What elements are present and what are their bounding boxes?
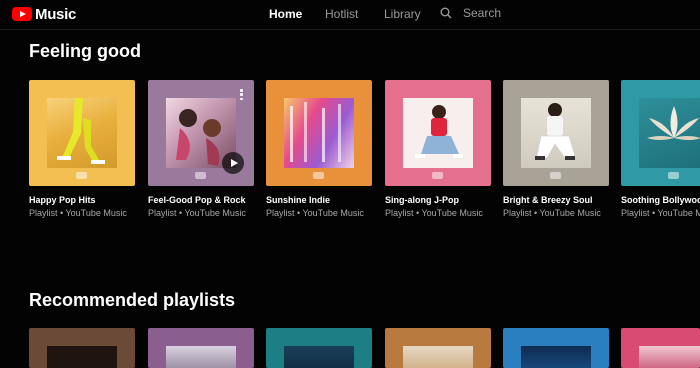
card-subtitle: Playlist • YouTube Music xyxy=(148,208,246,218)
section-title-feeling-good: Feeling good xyxy=(29,41,141,61)
cover-image xyxy=(521,346,591,368)
youtube-mini-icon xyxy=(195,172,206,179)
card-subtitle: Playlist • YouTube Music xyxy=(503,208,601,218)
card-subtitle: Playlist • YouTube Music xyxy=(266,208,364,218)
playlist-cover[interactable] xyxy=(503,328,609,368)
search-icon xyxy=(440,7,452,19)
cover-image xyxy=(403,98,473,168)
card-title[interactable]: Feel-Good Pop & Rock xyxy=(148,195,254,205)
playlist-cover[interactable] xyxy=(266,80,372,186)
card-title[interactable]: Sing-along J-Pop xyxy=(385,195,491,205)
cover-image xyxy=(284,98,354,168)
cover-image xyxy=(639,98,700,168)
playlist-cover[interactable] xyxy=(621,80,700,186)
top-bar: Music Home Hotlist Library Search xyxy=(0,0,700,30)
section-title-recommended-playlists: Recommended playlists xyxy=(29,290,236,310)
playlist-cover[interactable] xyxy=(385,80,491,186)
cover-image xyxy=(639,346,700,368)
nav-home[interactable]: Home xyxy=(269,7,302,21)
playlist-cover[interactable] xyxy=(148,80,254,186)
playlist-card[interactable]: Happy Pop Hits Playlist • YouTube Music xyxy=(29,80,135,218)
playlist-card[interactable]: Sunshine Indie Playlist • YouTube Music xyxy=(266,80,372,218)
card-subtitle: Playlist • YouTube Music xyxy=(29,208,127,218)
nav-hotlist[interactable]: Hotlist xyxy=(325,7,358,21)
youtube-mini-icon xyxy=(432,172,443,179)
cover-image xyxy=(521,98,591,168)
playlist-cover[interactable] xyxy=(266,328,372,368)
playlist-card[interactable]: Soothing Bollywood Playlist • YouTube Mu… xyxy=(621,80,700,218)
card-subtitle: Playlist • YouTube Music xyxy=(621,208,700,218)
cover-image xyxy=(284,346,354,368)
card-title[interactable]: Bright & Breezy Soul xyxy=(503,195,609,205)
playlist-cover[interactable] xyxy=(385,328,491,368)
more-options-icon[interactable] xyxy=(240,89,243,100)
youtube-music-logo[interactable]: Music xyxy=(12,5,76,23)
logo-text: Music xyxy=(35,5,77,23)
youtube-mini-icon xyxy=(668,172,679,179)
nav-library[interactable]: Library xyxy=(384,7,421,21)
youtube-mini-icon xyxy=(76,172,87,179)
card-subtitle: Playlist • YouTube Music xyxy=(385,208,483,218)
search-box[interactable]: Search xyxy=(440,6,501,20)
youtube-mini-icon xyxy=(550,172,561,179)
cover-image xyxy=(403,346,473,368)
cover-image xyxy=(47,346,117,368)
play-button[interactable] xyxy=(222,152,244,174)
card-title[interactable]: Happy Pop Hits xyxy=(29,195,135,205)
playlist-cover[interactable] xyxy=(148,328,254,368)
cover-image xyxy=(47,98,117,168)
youtube-mini-icon xyxy=(313,172,324,179)
playlist-cover[interactable] xyxy=(621,328,700,368)
card-title[interactable]: Sunshine Indie xyxy=(266,195,372,205)
playlist-cover[interactable] xyxy=(29,80,135,186)
card-title[interactable]: Soothing Bollywood xyxy=(621,195,700,205)
search-label: Search xyxy=(463,6,502,20)
playlist-card[interactable]: Sing-along J-Pop Playlist • YouTube Musi… xyxy=(385,80,491,218)
playlist-cover[interactable] xyxy=(503,80,609,186)
playlist-cover[interactable] xyxy=(29,328,135,368)
cover-image xyxy=(166,346,236,368)
youtube-play-icon xyxy=(12,7,32,21)
playlist-card[interactable]: Feel-Good Pop & Rock Playlist • YouTube … xyxy=(148,80,254,218)
playlist-card[interactable]: Bright & Breezy Soul Playlist • YouTube … xyxy=(503,80,609,218)
